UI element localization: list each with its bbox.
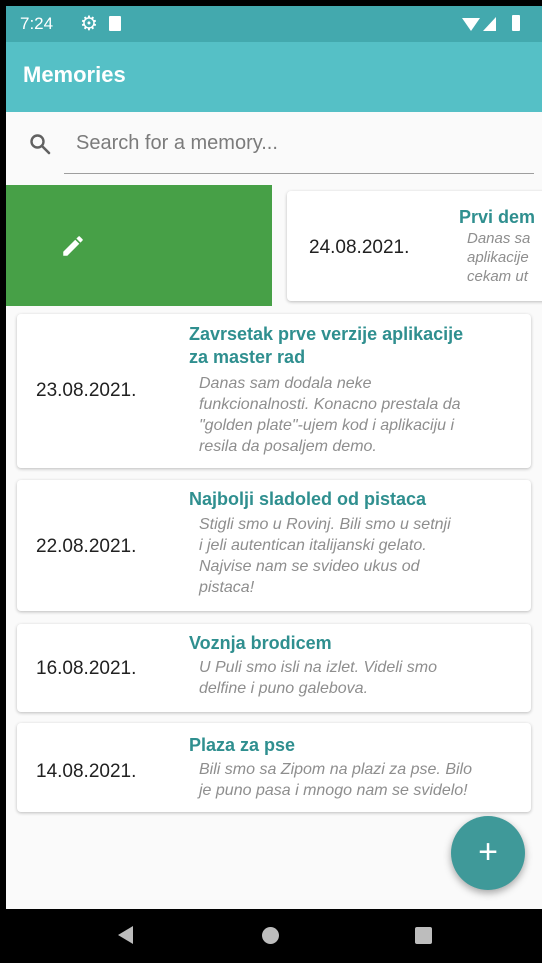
memory-card[interactable]: 22.08.2021. Najbolji sladoled od pistaca… bbox=[17, 480, 531, 611]
app-title: Memories bbox=[23, 62, 126, 87]
memory-date: 22.08.2021. bbox=[36, 536, 137, 557]
add-memory-button[interactable]: + bbox=[451, 816, 525, 890]
wifi-icon bbox=[462, 18, 480, 31]
signal-icon bbox=[483, 17, 496, 31]
search-icon bbox=[30, 134, 51, 155]
search-underline bbox=[64, 173, 534, 174]
memory-title: Zavrsetak prve verzije aplikacije za mas… bbox=[189, 324, 464, 367]
memory-description: Danas sam dodala neke funkcionalnosti. K… bbox=[199, 375, 461, 455]
memory-title: Prvi dem bbox=[459, 207, 536, 227]
memory-title: Najbolji sladoled od pistaca bbox=[189, 489, 427, 509]
memory-date: 23.08.2021. bbox=[36, 380, 137, 401]
gear-icon: ⚙ bbox=[80, 13, 98, 35]
memory-date: 16.08.2021. bbox=[36, 658, 137, 679]
sd-card-icon bbox=[109, 16, 121, 31]
memory-date: 14.08.2021. bbox=[36, 761, 137, 782]
memory-card[interactable]: 14.08.2021. Plaza za pse Bili smo sa Zip… bbox=[17, 723, 531, 812]
add-icon: + bbox=[478, 833, 498, 871]
swiped-memory-card[interactable]: 24.08.2021. Prvi dem Danas sa aplikacije… bbox=[287, 191, 542, 301]
search-input[interactable]: Search for a memory... bbox=[76, 132, 278, 155]
memory-description: Bili smo sa Zipom na plazi za pse. Bilo … bbox=[199, 761, 472, 799]
memory-description: Danas sa aplikacije cekam ut bbox=[467, 230, 531, 285]
navigation-bar bbox=[6, 909, 542, 963]
app-bar: Memories bbox=[6, 42, 542, 112]
memory-title: Voznja brodicem bbox=[189, 633, 332, 653]
status-bar: 7:24 ⚙ bbox=[6, 6, 542, 42]
memory-date: 24.08.2021. bbox=[309, 237, 410, 258]
memory-description: U Puli smo isli na izlet. Videli smo del… bbox=[199, 659, 438, 697]
memory-card[interactable]: 16.08.2021. Voznja brodicem U Puli smo i… bbox=[17, 624, 531, 712]
status-time: 7:24 bbox=[20, 14, 54, 33]
memory-title: Plaza za pse bbox=[189, 735, 296, 755]
battery-icon bbox=[512, 15, 520, 31]
phone-screen: 7:24 ⚙ Memories Search for a memory... 2… bbox=[6, 6, 542, 963]
home-icon[interactable] bbox=[262, 927, 279, 944]
memory-description: Stigli smo u Rovinj. Bili smo u setnji i… bbox=[199, 516, 451, 596]
memory-card[interactable]: 23.08.2021. Zavrsetak prve verzije aplik… bbox=[17, 314, 531, 468]
edit-swipe-action[interactable] bbox=[6, 185, 272, 306]
pencil-icon bbox=[63, 236, 83, 256]
back-icon[interactable] bbox=[118, 926, 133, 944]
recents-icon[interactable] bbox=[415, 927, 432, 944]
search-bar[interactable]: Search for a memory... bbox=[6, 112, 542, 182]
